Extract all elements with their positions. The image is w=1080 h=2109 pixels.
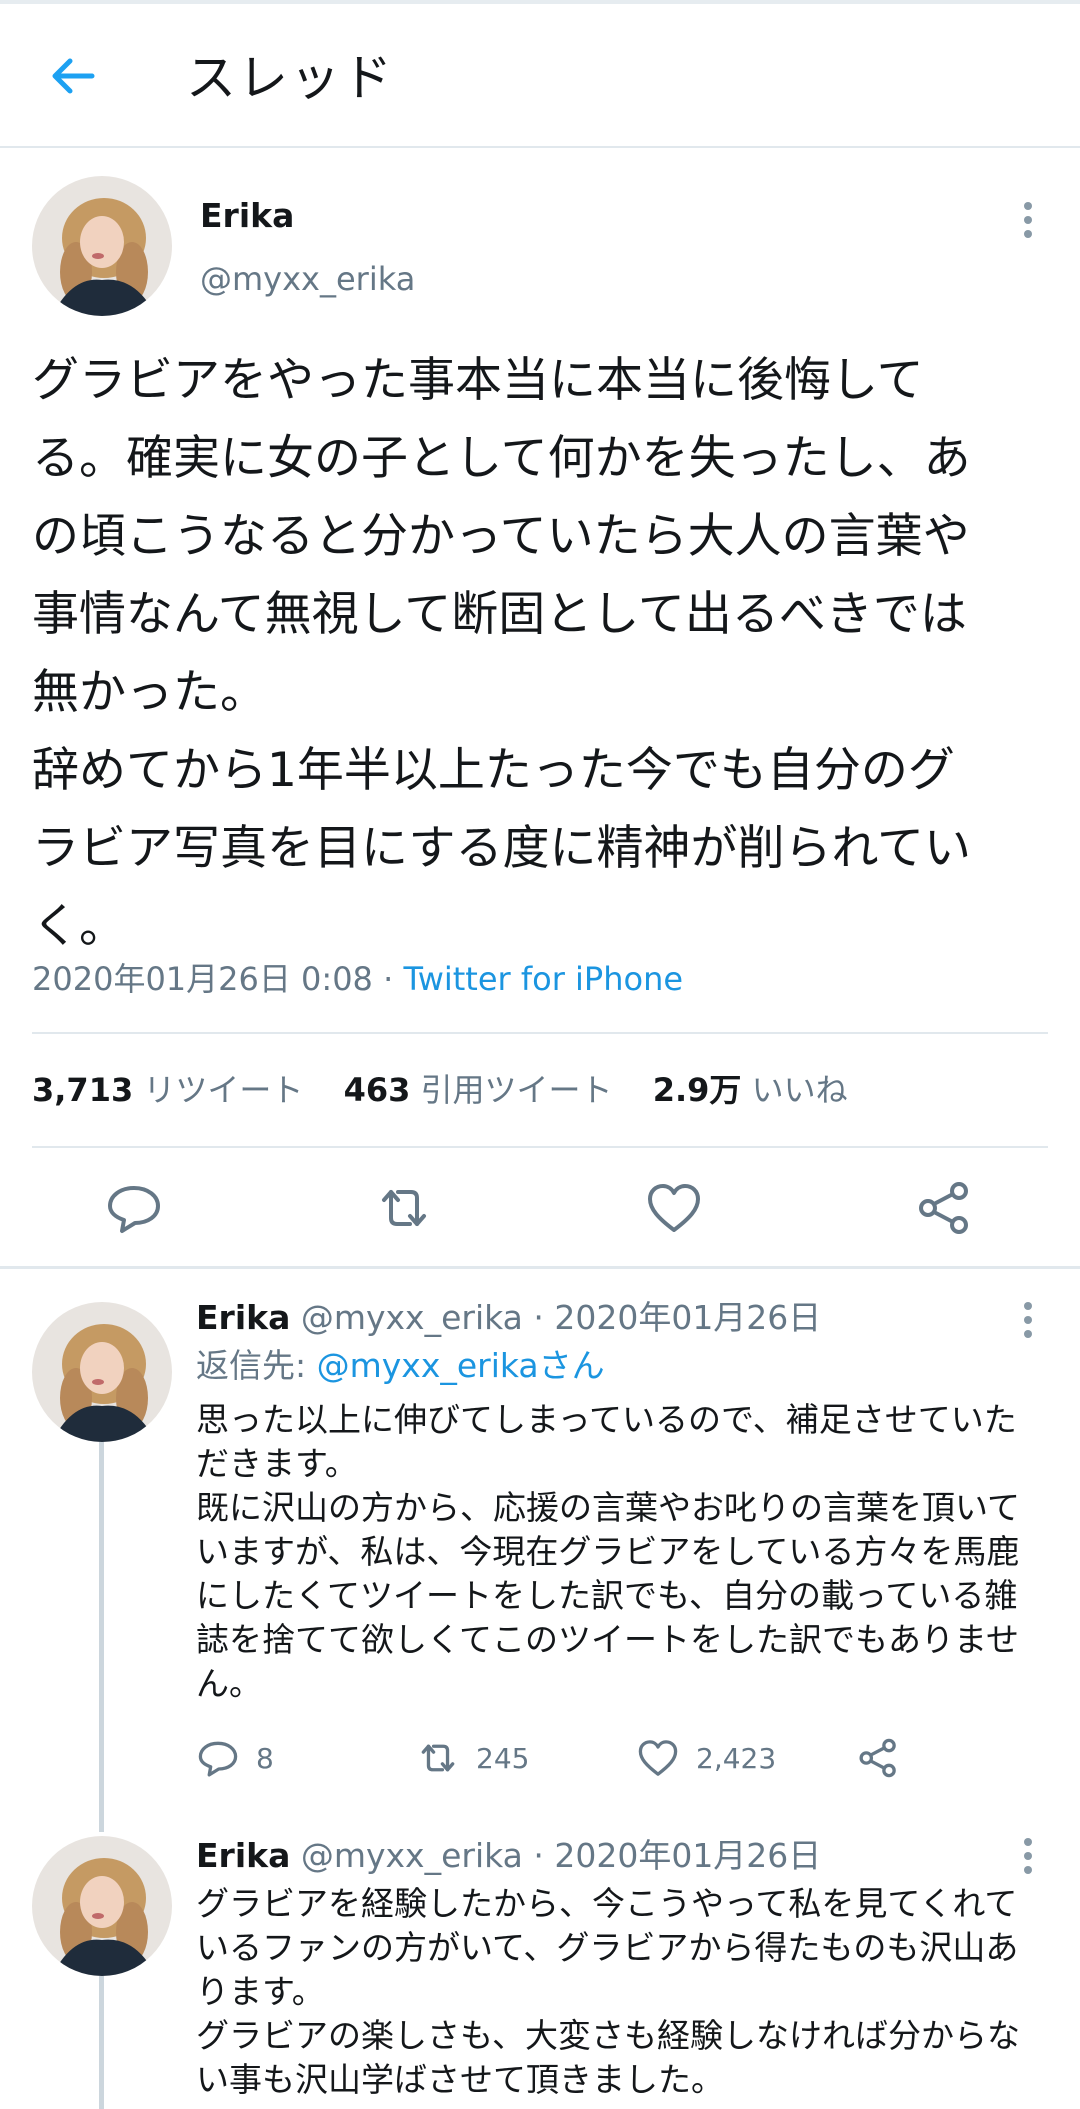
likes-stat[interactable]: 2.9万 いいね bbox=[653, 1071, 848, 1109]
retweets-stat[interactable]: 3,713 リツイート bbox=[32, 1071, 303, 1109]
retweet-button[interactable]: 245 bbox=[416, 1736, 529, 1780]
section-divider bbox=[0, 1266, 1080, 1269]
share-icon[interactable] bbox=[914, 1178, 974, 1238]
author-handle-date: @myxx_erika · 2020年01月26日 bbox=[300, 1298, 822, 1337]
more-options-icon[interactable] bbox=[1022, 1838, 1034, 1880]
quotes-stat[interactable]: 463 引用ツイート bbox=[344, 1071, 613, 1109]
retweets-label: リツイート bbox=[143, 1071, 304, 1109]
page-title: スレッド bbox=[186, 49, 394, 107]
more-options-icon[interactable] bbox=[1022, 1302, 1034, 1344]
reply-button[interactable]: 8 bbox=[196, 1736, 274, 1780]
author-name[interactable]: Erika bbox=[196, 1836, 290, 1875]
author-handle-date: @myxx_erika · 2020年01月26日 bbox=[300, 1836, 822, 1875]
reply-to-label: 返信先: bbox=[196, 1346, 317, 1385]
tweet-stats: 3,713 リツイート 463 引用ツイート 2.9万 いいね bbox=[32, 1068, 878, 1112]
reply-header: Erika @myxx_erika · 2020年01月26日 bbox=[196, 1834, 821, 1878]
quotes-label: 引用ツイート bbox=[420, 1071, 613, 1109]
thread-line bbox=[99, 1442, 104, 1832]
author-name[interactable]: Erika bbox=[200, 196, 294, 236]
reply-count: 8 bbox=[256, 1741, 274, 1775]
meta-separator: · bbox=[372, 960, 404, 998]
tweet-text: グラビアをやった事本当に本当に後悔して る。確実に女の子として何かを失ったし、あ… bbox=[32, 353, 972, 954]
tweet-meta: 2020年01月26日 0:08 · Twitter for iPhone bbox=[32, 958, 683, 1000]
like-button[interactable]: 2,423 bbox=[636, 1736, 776, 1780]
likes-label: いいね bbox=[751, 1071, 848, 1109]
arrow-left-icon[interactable] bbox=[48, 52, 96, 100]
reply-header: Erika @myxx_erika · 2020年01月26日 bbox=[196, 1296, 821, 1340]
thread-line bbox=[99, 1976, 104, 2109]
divider bbox=[32, 1146, 1048, 1148]
author-handle[interactable]: @myxx_erika bbox=[200, 259, 415, 299]
author-name[interactable]: Erika bbox=[196, 1298, 290, 1337]
tweet-text: グラビアを経験したから、今こうやって私を見てくれて いるファンの方がいて、グラビ… bbox=[196, 1884, 1021, 2099]
retweets-count: 3,713 bbox=[32, 1071, 134, 1109]
avatar[interactable] bbox=[32, 176, 172, 316]
top-bar: スレッド bbox=[0, 4, 1080, 148]
share-icon[interactable] bbox=[856, 1736, 916, 1780]
like-count: 2,423 bbox=[696, 1741, 777, 1775]
timestamp: 2020年01月26日 0:08 bbox=[32, 960, 373, 998]
tweet-text: 思った以上に伸びてしまっているので、補足させていた だきます。 既に沢山の方から… bbox=[196, 1400, 1021, 1703]
reply-to-user-link[interactable]: @myxx_erikaさん bbox=[317, 1346, 605, 1385]
reply-to: 返信先: @myxx_erikaさん bbox=[196, 1344, 605, 1388]
avatar[interactable] bbox=[32, 1836, 172, 1976]
divider bbox=[32, 1032, 1048, 1034]
reply-icon[interactable] bbox=[104, 1178, 164, 1238]
like-icon[interactable] bbox=[644, 1178, 704, 1238]
retweet-icon[interactable] bbox=[374, 1178, 434, 1238]
likes-count: 2.9万 bbox=[652, 1071, 742, 1109]
avatar[interactable] bbox=[32, 1302, 172, 1442]
more-options-icon[interactable] bbox=[1022, 202, 1034, 244]
quotes-count: 463 bbox=[343, 1071, 411, 1109]
retweet-count: 245 bbox=[476, 1741, 530, 1775]
tweet-source-link[interactable]: Twitter for iPhone bbox=[403, 960, 683, 998]
